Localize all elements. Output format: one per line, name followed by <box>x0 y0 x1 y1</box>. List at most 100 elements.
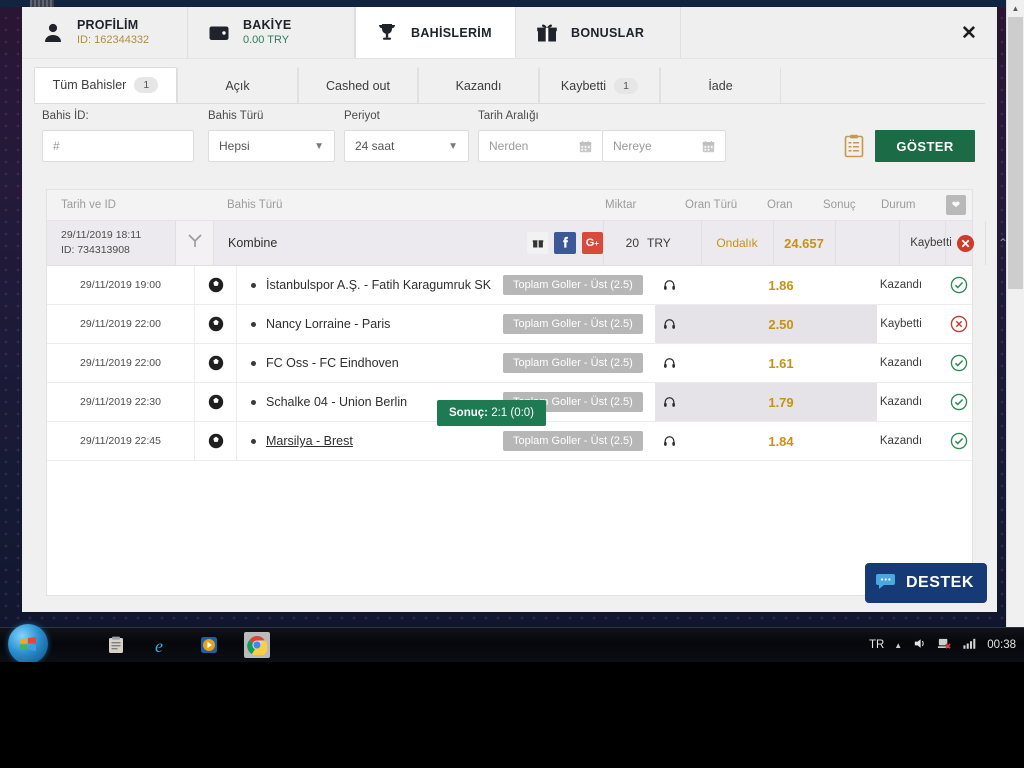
leg-market-chip: Toplam Goller - Üst (2.5) <box>503 275 643 295</box>
leg-match[interactable]: Marsilya - Brest <box>237 422 353 460</box>
date-from-input[interactable]: Nerden <box>478 130 602 162</box>
facebook-icon[interactable] <box>554 232 576 254</box>
calendar-icon <box>579 140 592 153</box>
close-icon[interactable]: ✕ <box>955 19 983 47</box>
wallet-icon <box>206 20 232 46</box>
tab-acik[interactable]: Açık <box>177 67 298 103</box>
leg-match[interactable]: FC Oss - FC Eindhoven <box>237 344 399 382</box>
bet-id-input[interactable]: # <box>42 130 194 162</box>
user-icon <box>40 20 66 46</box>
tab-kazandi[interactable]: Kazandı <box>418 67 539 103</box>
tab-cashed-out[interactable]: Cashed out <box>298 67 418 103</box>
explorer-folder-icon[interactable] <box>103 632 129 658</box>
scroll-up-icon[interactable]: ▲ <box>1007 0 1024 16</box>
tab-label: Tüm Bahisler <box>52 78 127 92</box>
tray-language[interactable]: TR <box>869 639 884 651</box>
combine-amount: 20 <box>625 236 639 250</box>
combine-bet-row[interactable]: 29/11/2019 18:11 ID: 734313908 Kombine G… <box>47 221 1008 266</box>
bet-leg-row[interactable]: 29/11/2019 22:00 Nancy Lorraine - Paris To… <box>47 305 972 344</box>
combine-id: ID: 734313908 <box>61 244 130 256</box>
trophy-icon <box>374 20 400 46</box>
header-tab-title: BONUSLAR <box>571 25 645 40</box>
period-select[interactable]: 24 saat ▼ <box>344 130 469 162</box>
combine-currency: TRY <box>647 236 671 250</box>
bet-leg-row[interactable]: 29/11/2019 22:45 Marsilya - Brest Toplam G… <box>47 422 972 461</box>
bet-leg-row[interactable]: 29/11/2019 19:00 İstanbulspor A.Ş. - Fati… <box>47 266 972 305</box>
bullet-icon <box>251 399 256 405</box>
media-player-icon[interactable] <box>196 632 222 658</box>
header-tab-bonuslar[interactable]: BONUSLAR <box>516 7 681 58</box>
collapse-all-icon[interactable]: ❤ <box>946 195 966 215</box>
internet-explorer-icon[interactable]: e <box>150 632 176 658</box>
date-from-placeholder: Nerden <box>489 139 529 153</box>
date-to-input[interactable]: Nereye <box>602 130 726 162</box>
network-error-icon[interactable] <box>937 636 952 654</box>
leg-status-icon <box>939 383 979 421</box>
bet-type-select[interactable]: Hepsi ▼ <box>208 130 335 162</box>
leg-status-icon <box>939 422 979 460</box>
show-button[interactable]: GÖSTER <box>875 130 975 162</box>
bullet-icon <box>251 321 256 327</box>
tooltip-value: 2:1 (0:0) <box>491 407 535 419</box>
combine-odds-type: Ondalık <box>716 236 758 250</box>
gift-icon[interactable] <box>527 232 549 254</box>
signal-bars-icon[interactable] <box>962 636 977 654</box>
bets-tabbar: Tüm Bahisler 1 Açık Cashed out Kazandı K… <box>34 67 985 104</box>
leg-date: 29/11/2019 22:30 <box>47 383 195 421</box>
header-tab-title: BAHİSLERİM <box>411 25 492 40</box>
combine-status-icon <box>945 221 985 265</box>
leg-match[interactable]: Schalke 04 - Union Berlin <box>237 383 407 421</box>
top-strip-pattern <box>30 0 54 7</box>
bullet-icon <box>251 360 256 366</box>
leg-odds: 1.61 <box>768 355 794 371</box>
scrollbar-thumb[interactable] <box>1008 17 1023 289</box>
leg-match[interactable]: İstanbulspor A.Ş. - Fatih Karagumruk SK <box>237 266 491 304</box>
leg-match[interactable]: Nancy Lorraine - Paris <box>237 305 390 343</box>
calendar-icon <box>702 140 715 153</box>
svg-text:e: e <box>155 636 163 656</box>
header-tab-bahislerim[interactable]: BAHİSLERİM <box>355 7 516 58</box>
windows-taskbar: e TR ▲ 00:38 <box>0 624 1024 664</box>
headphones-icon[interactable] <box>655 422 683 460</box>
filters-bar: Bahis İD: # Bahis Türü Hepsi ▼ Periyot 2… <box>34 104 985 170</box>
windows-start-icon[interactable] <box>8 624 48 664</box>
football-icon <box>195 383 237 421</box>
tab-label: İade <box>708 78 733 93</box>
combine-result <box>835 221 899 265</box>
headphones-icon[interactable] <box>655 266 683 304</box>
print-report-icon[interactable] <box>841 130 867 162</box>
leg-date: 29/11/2019 22:00 <box>47 305 195 343</box>
tab-iade[interactable]: İade <box>660 67 781 103</box>
chrome-icon[interactable] <box>244 632 270 658</box>
leg-status: Kazandı <box>879 396 923 408</box>
combine-date-id: 29/11/2019 18:11 ID: 734313908 <box>47 221 175 265</box>
header-tab-bakiye[interactable]: BAKİYE 0.00 TRY <box>188 7 355 58</box>
header-tab-title: PROFİLİM <box>77 17 139 32</box>
tab-kaybetti[interactable]: Kaybetti 1 <box>539 67 660 103</box>
chevron-up-icon[interactable]: ▲ <box>894 641 902 650</box>
headphones-icon[interactable] <box>655 305 683 343</box>
leg-status: Kaybetti <box>880 318 922 330</box>
leg-odds: 1.79 <box>768 394 794 410</box>
leg-status: Kazandı <box>879 357 923 369</box>
bet-leg-row[interactable]: 29/11/2019 22:00 FC Oss - FC Eindhoven Top… <box>47 344 972 383</box>
period-label: Periyot <box>344 110 380 122</box>
page-scrollbar[interactable]: ▲ ▼ <box>1006 0 1024 662</box>
period-value: 24 saat <box>355 139 395 153</box>
header-tab-profilim[interactable]: PROFİLİM ID: 162344332 <box>22 7 188 58</box>
headphones-icon[interactable] <box>655 383 683 421</box>
col-date-id: Tarih ve ID <box>61 199 116 211</box>
leg-status-icon <box>939 305 979 343</box>
tab-tum-bahisler[interactable]: Tüm Bahisler 1 <box>34 67 177 103</box>
leg-status: Kazandı <box>879 279 923 291</box>
chevron-down-icon: ▼ <box>448 140 458 152</box>
support-widget[interactable]: DESTEK <box>865 563 987 603</box>
tray-clock[interactable]: 00:38 <box>987 639 1016 651</box>
browser-top-strip <box>0 0 1024 7</box>
googleplus-icon[interactable]: G + <box>581 232 603 254</box>
combine-type-label: Kombine <box>213 221 513 265</box>
leg-date: 29/11/2019 22:00 <box>47 344 195 382</box>
col-odds-type: Oran Türü <box>685 199 738 211</box>
volume-icon[interactable] <box>912 636 927 654</box>
headphones-icon[interactable] <box>655 344 683 382</box>
